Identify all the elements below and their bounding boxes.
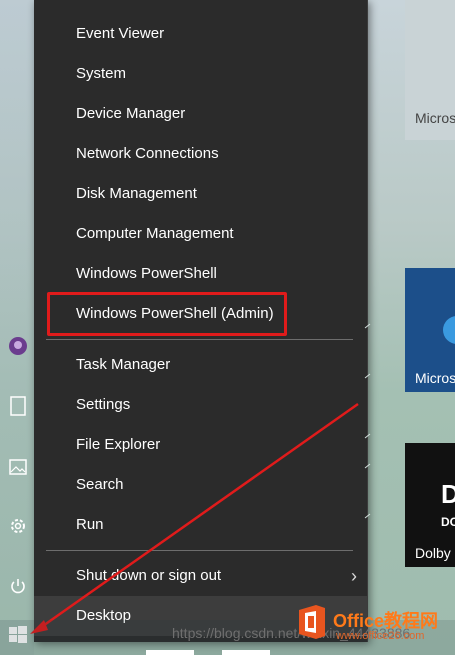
- office-logo-icon: [299, 605, 325, 639]
- taskbar-item[interactable]: [222, 650, 270, 655]
- taskbar-item[interactable]: [146, 650, 194, 655]
- office-brand-url: www.office26.com: [336, 630, 425, 642]
- annotation-arrow: [30, 402, 359, 634]
